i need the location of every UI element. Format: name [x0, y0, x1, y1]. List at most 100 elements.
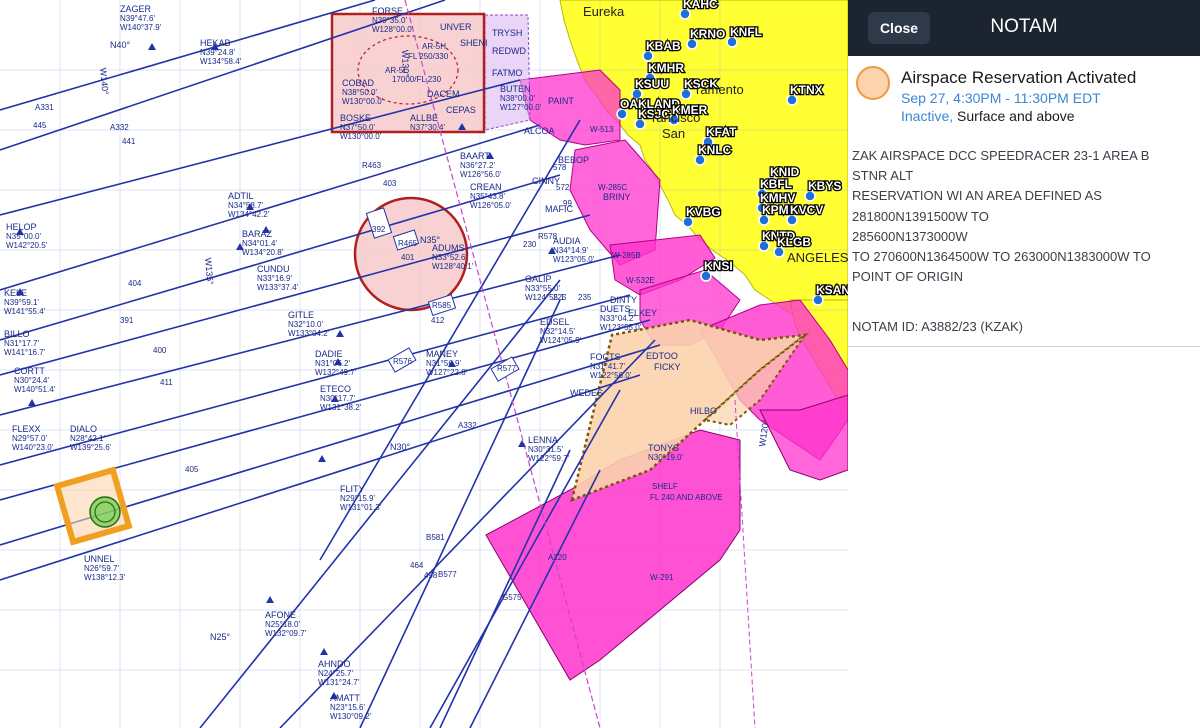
waypoint-name: AHNDO [318, 659, 351, 669]
airport-label[interactable]: KFAT [705, 124, 739, 141]
ar5l-altitude-label: 17000/FL 230 [392, 75, 442, 84]
map-canvas[interactable]: N40° N35° N30° N25° W140° W135° W130° W1… [0, 0, 848, 728]
route-number: 225 [553, 293, 567, 302]
waypoint-longitude: W140°23.0' [12, 443, 54, 452]
route-number: 464 [410, 561, 424, 570]
waypoint-longitude: W130°09.2' [330, 712, 372, 721]
waypoint-latitude: N30°24.4' [14, 376, 49, 385]
route-name: G575 [502, 593, 522, 602]
svg-text:ramento: ramento [696, 82, 744, 97]
airport-label[interactable]: KMHR [647, 60, 686, 77]
waypoint-name: EDTOO [646, 351, 678, 361]
route-number: 401 [401, 253, 415, 262]
route-number: 412 [431, 316, 445, 325]
waypoint-longitude: W140°37.9' [120, 23, 162, 32]
notam-status: Inactive, Surface and above [901, 108, 1075, 124]
airport-label[interactable]: KSAN [815, 282, 848, 299]
waypoint-latitude: N34°01.4' [242, 239, 277, 248]
notam-id: NOTAM ID: A3882/23 (KZAK) [852, 319, 1023, 334]
waypoint-name: TONYS [648, 443, 679, 453]
waypoint-name: AUDIA [553, 236, 581, 246]
waypoint-longitude: W140°51.4' [14, 385, 56, 394]
waypoint-name: BRINY [603, 192, 631, 202]
waypoint-name: GITLE [288, 310, 314, 320]
waypoint-latitude: N38°00.0' [500, 94, 535, 103]
waypoint-name: AFONE [265, 610, 296, 620]
ar5h-label: AR-5H [422, 42, 446, 51]
panel-divider [848, 346, 1200, 347]
svg-text:Eureka: Eureka [583, 4, 625, 19]
waypoint-longitude: W142°20.5' [6, 241, 48, 250]
airport-label[interactable]: KVCV [789, 202, 825, 219]
waypoint-name: DUETS [600, 304, 631, 314]
waypoint-latitude: N39°59.1' [4, 298, 39, 307]
waypoint-name: ALLBE [410, 113, 438, 123]
airspace-reservation-icon [856, 66, 890, 100]
status-inactive: Inactive, [901, 108, 954, 124]
w285c-label: W-285C [598, 183, 627, 192]
waypoint-name: FATMO [492, 68, 522, 78]
waypoint-name: GALIP [525, 274, 552, 284]
airport-label[interactable]: KVBG [685, 204, 722, 221]
waypoint-longitude: W131°38.2' [320, 403, 362, 412]
waypoint-longitude: W134°58.4' [200, 57, 242, 66]
notam-line: POINT OF ORIGIN [852, 269, 963, 285]
airport-label[interactable]: KTNX [789, 82, 824, 99]
route-number: 403 [383, 179, 397, 188]
route-number: 404 [128, 279, 142, 288]
waypoint-latitude: N33°16.9' [257, 274, 292, 283]
svg-text:ANGELES: ANGELES [787, 250, 848, 265]
airport-label[interactable]: KNFL [729, 24, 764, 41]
airport-label[interactable]: KNSI [703, 258, 734, 275]
waypoint-name: BILLO [4, 329, 30, 339]
waypoint-longitude: W141°55.4' [4, 307, 46, 316]
waypoint-name: BOSKE [340, 113, 371, 123]
shelf-name-label: SHELF [652, 482, 678, 491]
waypoint-latitude: N24°25.7' [318, 669, 353, 678]
svg-text:N40°: N40° [110, 40, 131, 50]
route-number: 498 [424, 571, 438, 580]
waypoint-latitude: N36°27.2' [460, 161, 495, 170]
airport-label[interactable]: KBFL [759, 176, 794, 193]
w513-label: W-513 [590, 125, 614, 134]
waypoint-name: WEDES [570, 388, 603, 398]
waypoint-longitude: W127°00.0' [500, 103, 542, 112]
route-number: 411 [160, 378, 173, 387]
route-name: R577 [497, 364, 517, 373]
enroute-chart-map[interactable]: N40° N35° N30° N25° W140° W135° W130° W1… [0, 0, 848, 728]
route-name: B581 [426, 533, 445, 542]
svg-text:W140°: W140° [98, 67, 110, 95]
w285b-label: W-285B [612, 251, 641, 260]
waypoint-latitude: N38°50.0' [342, 88, 377, 97]
waypoint-longitude: W131°01.3' [340, 503, 382, 512]
status-altitude: Surface and above [953, 108, 1075, 124]
svg-text:N30°: N30° [390, 442, 411, 452]
route-name: R463 [362, 161, 382, 170]
airport-label[interactable]: KBYS [807, 178, 843, 195]
waypoint-name: CEPAS [446, 105, 476, 115]
waypoint-latitude: N33°52.6' [432, 253, 467, 262]
airport-label[interactable]: KNLC [697, 142, 733, 159]
svg-text:N25°: N25° [210, 632, 231, 642]
waypoint-latitude: N37°30.4' [410, 123, 445, 132]
route-number: 99 [563, 199, 572, 208]
route-number: 572 [556, 183, 570, 192]
waypoint-name: UNVER [440, 22, 472, 32]
waypoint-latitude: N31°41.7' [590, 362, 625, 371]
airport-label[interactable]: KBAB [645, 38, 683, 55]
waypoint-latitude: N32°10.0' [288, 320, 323, 329]
svg-text:W135°: W135° [203, 257, 215, 285]
airport-label[interactable]: KAHC [682, 0, 720, 12]
airport-label[interactable]: KRNO [689, 26, 727, 43]
waypoint-name: BARAZ [242, 229, 273, 239]
waypoint-longitude: W141°16.7' [4, 348, 46, 357]
waypoint-longitude: W130°00.0' [342, 97, 384, 106]
route-number: 391 [120, 316, 134, 325]
waypoint-name: COBAD [342, 78, 375, 88]
waypoint-name: ALCOA [524, 126, 555, 136]
waypoint-name: FLEXX [12, 424, 41, 434]
waypoint-name: ADUMS [432, 243, 465, 253]
airport-label[interactable]: KSUU [634, 76, 671, 93]
route-number: 405 [185, 465, 199, 474]
airport-label[interactable]: KLGB [776, 234, 813, 251]
